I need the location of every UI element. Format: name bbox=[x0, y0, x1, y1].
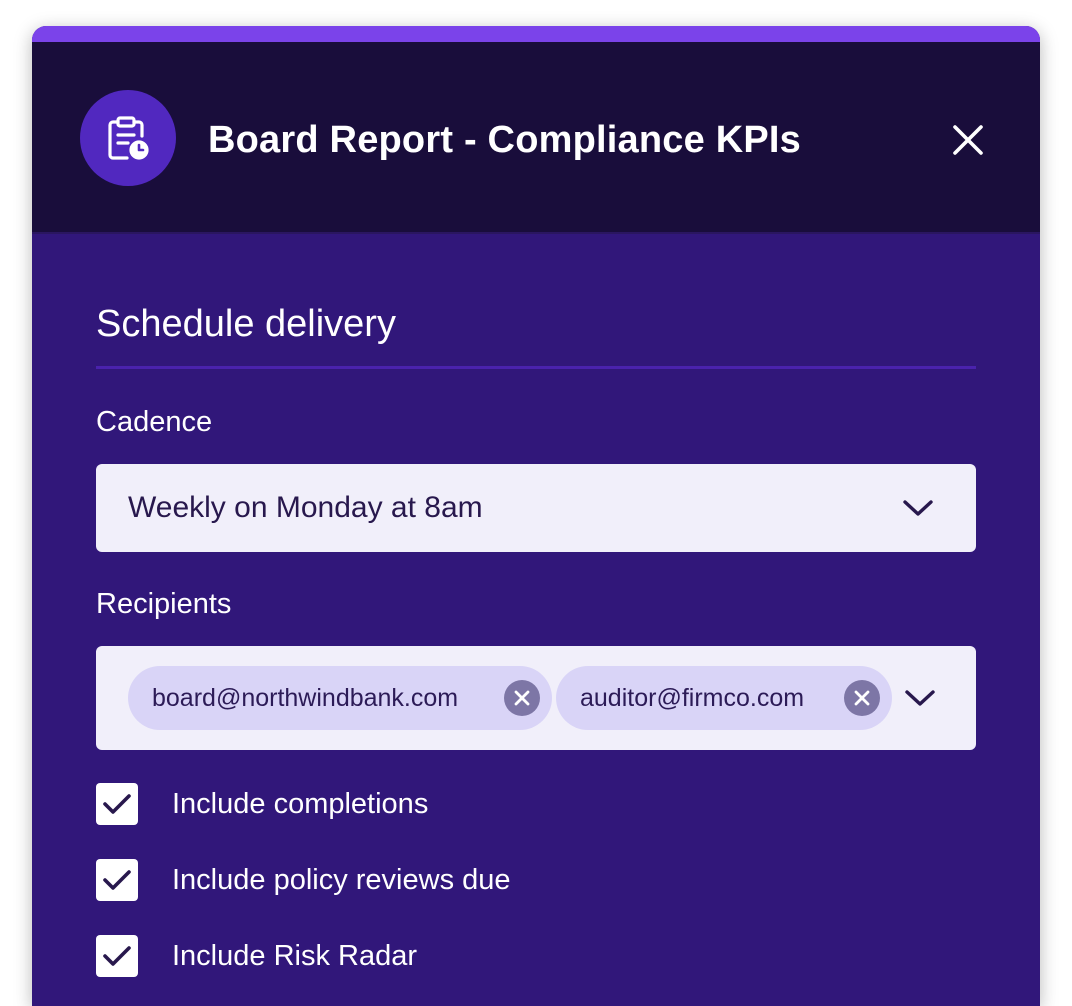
chevron-down-icon bbox=[900, 490, 936, 526]
section-divider bbox=[96, 366, 976, 369]
section-title: Schedule delivery bbox=[96, 303, 396, 345]
modal-title: Board Report - Compliance KPIs bbox=[208, 119, 801, 161]
cadence-label: Cadence bbox=[96, 406, 213, 438]
close-icon bbox=[953, 125, 983, 155]
recipient-email: auditor@firmco.com bbox=[580, 683, 805, 712]
recipient-chip: auditor@firmco.com bbox=[556, 666, 892, 730]
option-include-completions[interactable]: Include completions bbox=[96, 782, 428, 826]
option-label: Include completions bbox=[172, 787, 429, 820]
chevron-down-icon[interactable] bbox=[902, 680, 938, 716]
recipients-multiselect[interactable]: board@northwindbank.com auditor@firmco.c… bbox=[96, 646, 976, 750]
option-include-risk-radar[interactable]: Include Risk Radar bbox=[96, 934, 417, 978]
recipient-chip: board@northwindbank.com bbox=[128, 666, 552, 730]
option-include-policy-reviews-due[interactable]: Include policy reviews due bbox=[96, 858, 511, 902]
checkbox[interactable] bbox=[96, 935, 138, 977]
option-label: Include Risk Radar bbox=[172, 939, 417, 972]
check-icon bbox=[103, 946, 131, 966]
clipboard-clock-icon bbox=[80, 90, 176, 186]
recipient-email: board@northwindbank.com bbox=[152, 683, 459, 712]
check-icon bbox=[103, 870, 131, 890]
cadence-select[interactable]: Weekly on Monday at 8am bbox=[96, 464, 976, 552]
accent-bar bbox=[32, 26, 1040, 42]
recipients-label: Recipients bbox=[96, 588, 232, 620]
cadence-value: Weekly on Monday at 8am bbox=[128, 491, 483, 524]
modal-header: Board Report - Compliance KPIs bbox=[32, 42, 1040, 234]
checkbox[interactable] bbox=[96, 859, 138, 901]
schedule-report-modal: Board Report - Compliance KPIs Schedule … bbox=[32, 26, 1040, 1006]
option-label: Include policy reviews due bbox=[172, 863, 511, 896]
remove-icon[interactable] bbox=[504, 680, 540, 716]
check-icon bbox=[103, 794, 131, 814]
remove-icon[interactable] bbox=[844, 680, 880, 716]
checkbox[interactable] bbox=[96, 783, 138, 825]
close-button[interactable] bbox=[944, 116, 992, 164]
